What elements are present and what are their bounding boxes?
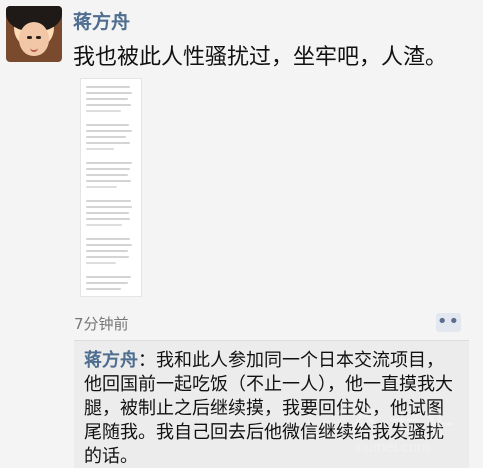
document-text-line <box>86 250 128 252</box>
document-text-line <box>86 86 130 88</box>
document-text-line <box>86 212 129 214</box>
document-text-line <box>86 238 130 240</box>
document-text-line <box>86 98 128 100</box>
document-text-line <box>86 168 130 170</box>
document-text-line <box>86 124 129 126</box>
moments-post-view: 蒋方舟 我也被此人性骚扰过，坐牢吧，人渣。 7分钟前 •• 蒋方舟：我和此人参加… <box>0 0 483 468</box>
document-text-line <box>86 104 131 106</box>
document-text-line <box>86 256 129 258</box>
post-timestamp: 7分钟前 <box>74 315 129 333</box>
document-text-line <box>86 282 128 284</box>
document-text-line <box>86 206 132 208</box>
document-text-line <box>86 200 131 202</box>
comment-box: 蒋方舟：我和此人参加同一个日本交流项目，他回国前一起吃饭（不止一人），他一直摸我… <box>74 340 469 468</box>
document-text-line <box>86 174 128 176</box>
document-text-line <box>86 142 130 144</box>
comment-author-name[interactable]: 蒋方舟 <box>84 350 138 371</box>
document-text-line <box>86 186 117 188</box>
comment-separator: ： <box>138 350 156 371</box>
avatar[interactable] <box>6 6 62 62</box>
post-text: 我也被此人性骚扰过，坐牢吧，人渣。 <box>73 45 448 70</box>
avatar-eye-right <box>36 36 41 39</box>
document-text-line <box>86 148 114 150</box>
document-text-line <box>86 162 132 164</box>
document-text-line <box>86 288 121 290</box>
document-text-line <box>86 224 122 226</box>
post-author-name[interactable]: 蒋方舟 <box>73 10 130 34</box>
document-text-line <box>86 218 130 220</box>
document-text-line <box>86 130 132 132</box>
avatar-eye-left <box>27 36 32 39</box>
document-text-line <box>86 244 132 246</box>
document-text-line <box>86 262 116 264</box>
document-text-line <box>86 110 121 112</box>
document-text-line <box>86 180 131 182</box>
more-options-icon: •• <box>436 310 461 332</box>
document-text-line <box>86 276 131 278</box>
comment-content: 蒋方舟：我和此人参加同一个日本交流项目，他回国前一起吃饭（不止一人），他一直摸我… <box>84 349 460 468</box>
more-options-button[interactable]: •• <box>436 310 461 332</box>
attached-document-image[interactable] <box>80 78 142 297</box>
document-text-line <box>86 92 132 94</box>
document-text-line <box>86 136 126 138</box>
